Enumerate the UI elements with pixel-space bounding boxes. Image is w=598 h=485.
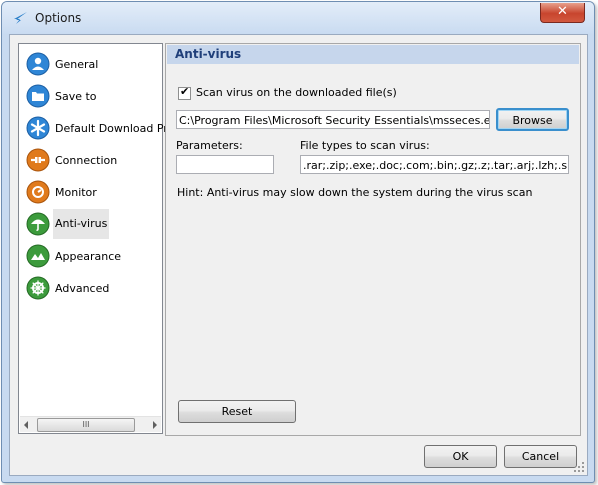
hint-text: Hint: Anti-virus may slow down the syste… [177,186,533,199]
scan-virus-option[interactable]: ✔ Scan virus on the downloaded file(s) [178,84,397,100]
nav-item-advanced[interactable]: Advanced [24,273,157,303]
anti-virus-panel: Anti-virus ✔ Scan virus on the downloaded… [165,43,581,436]
cancel-button[interactable]: Cancel [504,445,577,468]
dialog-body: General Save to Default Download Pr Conn… [9,34,588,476]
options-nav-list: General Save to Default Download Pr Conn… [18,43,168,434]
window-title: Options [35,11,82,25]
scroll-right-icon[interactable] [153,421,157,429]
app-logo-icon [14,12,27,24]
nav-item-save-to[interactable]: Save to [24,81,157,111]
nav-item-connection[interactable]: Connection [24,145,157,175]
nav-label: Appearance [55,250,122,263]
scan-virus-label: Scan virus on the downloaded file(s) [196,86,397,99]
nav-label: Monitor [55,186,97,199]
appearance-icon [26,244,50,268]
monitor-icon [26,180,50,204]
asterisk-icon [26,116,50,140]
resize-grip-icon[interactable] [574,462,584,472]
ok-button[interactable]: OK [424,445,497,468]
nav-label: Connection [55,154,118,167]
scan-virus-checkbox[interactable]: ✔ [178,84,191,100]
parameters-label: Parameters: [176,139,243,152]
connection-icon [26,148,50,172]
antivirus-path-field[interactable]: C:\Program Files\Microsoft Security Esse… [176,110,490,129]
browse-button[interactable]: Browse [496,108,569,131]
close-button[interactable]: ✕ [540,3,585,23]
nav-label: Save to [55,90,97,103]
scroll-left-icon[interactable] [24,421,28,429]
advanced-icon [26,276,50,300]
nav-item-general[interactable]: General [24,49,157,79]
reset-button[interactable]: Reset [178,400,296,423]
horizontal-scrollbar[interactable]: III [20,416,161,432]
nav-label: General [55,58,99,71]
file-types-field[interactable]: .rar;.zip;.exe;.doc;.com;.bin;.gz;.z;.ta… [300,155,569,174]
nav-item-appearance[interactable]: Appearance [24,241,157,271]
general-icon [26,52,50,76]
title-bar[interactable]: Options ✕ [2,2,594,34]
file-types-label: File types to scan virus: [300,139,430,152]
nav-item-monitor[interactable]: Monitor [24,177,157,207]
nav-label: Default Download Pr [55,122,168,135]
nav-item-anti-virus[interactable]: Anti-virus [24,209,157,239]
nav-item-default-download[interactable]: Default Download Pr [24,113,168,143]
folder-icon [26,84,50,108]
section-title: Anti-virus [167,45,579,64]
checkmark-icon: ✔ [180,84,190,98]
parameters-field[interactable] [176,155,274,174]
nav-label: Anti-virus [53,209,110,239]
scroll-thumb[interactable]: III [37,418,135,432]
nav-label: Advanced [55,282,110,295]
umbrella-icon [26,212,50,236]
options-window: Options ✕ General Save to Default Downlo… [1,1,595,483]
